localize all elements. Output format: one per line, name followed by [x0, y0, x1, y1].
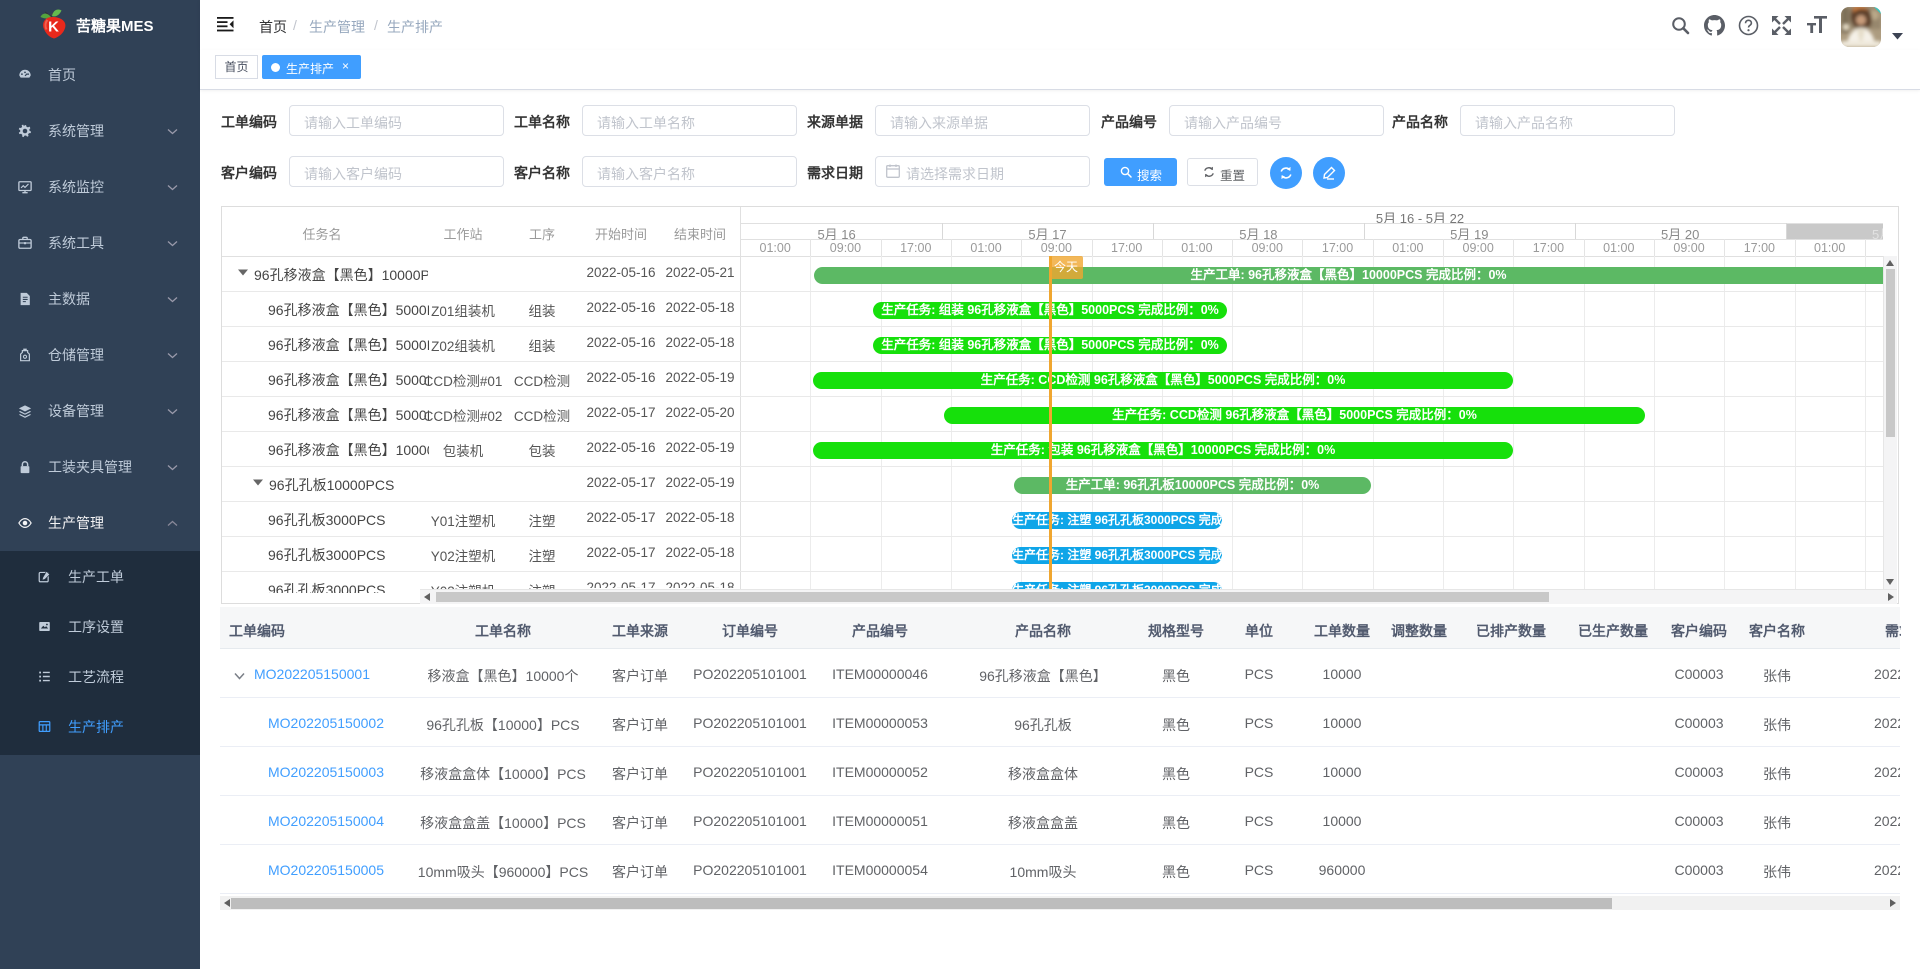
svg-text:K: K	[48, 19, 59, 36]
